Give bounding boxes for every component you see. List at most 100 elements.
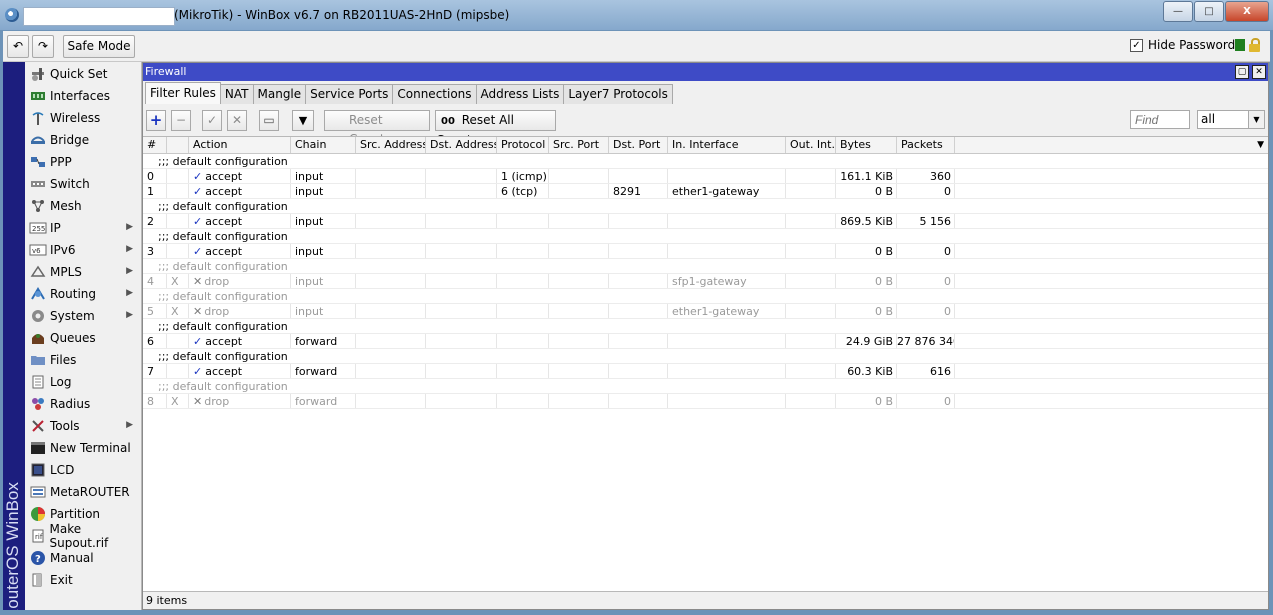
cell-in-interface	[668, 244, 786, 259]
table-row[interactable]: 2 ✓ accept input 869.5 KiB 5 156	[143, 214, 1268, 229]
table-row[interactable]: 0 ✓ accept input 1 (icmp) 161.1 KiB 360	[143, 169, 1268, 184]
menu-item-routing[interactable]: Routing ▶	[25, 283, 141, 305]
filter-select[interactable]: all ▼	[1197, 110, 1265, 129]
column-header-protocol[interactable]: Protocol	[497, 137, 549, 153]
menu-item-quick-set[interactable]: Quick Set	[25, 63, 141, 85]
comment-row[interactable]: ;;; default configuration	[143, 154, 1268, 169]
close-button[interactable]: X	[1225, 1, 1269, 22]
column-header-bytes[interactable]: Bytes	[836, 137, 897, 153]
menu-item-label: IPv6	[50, 243, 76, 257]
filter-icon[interactable]: ▼	[292, 110, 314, 131]
drop-x-icon: ✕	[193, 395, 203, 408]
svg-text:rif: rif	[35, 533, 43, 541]
maximize-button[interactable]: □	[1194, 1, 1224, 22]
metarouter-icon	[29, 484, 47, 500]
menu-item-mesh[interactable]: Mesh	[25, 195, 141, 217]
tab-filter-rules[interactable]: Filter Rules	[145, 82, 221, 104]
menu-item-files[interactable]: Files	[25, 349, 141, 371]
comment-button[interactable]: ▭	[259, 110, 279, 131]
table-row[interactable]: 3 ✓ accept input 0 B0	[143, 244, 1268, 259]
chevron-down-icon[interactable]: ▼	[1248, 111, 1264, 128]
column-header-dst-address[interactable]: Dst. Address	[426, 137, 497, 153]
cell-action: ✕ drop	[189, 304, 291, 319]
tab-service-ports[interactable]: Service Ports	[305, 84, 394, 104]
column-header-out-interface[interactable]: Out. Int...	[786, 137, 836, 153]
hide-passwords-toggle[interactable]: ✓ Hide Passwords	[1130, 38, 1241, 52]
column-menu-icon[interactable]: ▼	[1257, 140, 1264, 150]
column-header-number[interactable]: #	[143, 137, 167, 153]
table-row[interactable]: 1 ✓ accept input 6 (tcp) 8291 ether1-gateway 0 …	[143, 184, 1268, 199]
reset-counters-button[interactable]: Reset Counters	[324, 110, 430, 146]
firewall-close-button[interactable]: ✕	[1252, 65, 1266, 79]
table-row[interactable]: 6 ✓ accept forward 24.9 GiB 27 876 340	[143, 334, 1268, 349]
comment-row[interactable]: ;;; default configuration	[143, 349, 1268, 364]
menu-item-metarouter[interactable]: MetaROUTER	[25, 481, 141, 503]
comment-row[interactable]: ;;; default configuration	[143, 259, 1268, 274]
comment-row[interactable]: ;;; default configuration	[143, 199, 1268, 214]
menu-item-queues[interactable]: Queues	[25, 327, 141, 349]
reset-all-counters-button[interactable]: 00 Reset All Counters	[435, 110, 556, 147]
menu-item-tools[interactable]: Tools ▶	[25, 415, 141, 437]
redo-button[interactable]: ↷	[32, 35, 54, 58]
disable-rule-button[interactable]: ✕	[227, 110, 247, 131]
undo-button[interactable]: ↶	[7, 35, 29, 58]
hide-passwords-checkbox[interactable]: ✓	[1130, 38, 1143, 52]
menu-item-radius[interactable]: Radius	[25, 393, 141, 415]
cell-flag	[167, 169, 189, 184]
cell-dst-port	[609, 274, 668, 289]
ppp-icon	[29, 154, 47, 170]
cell-action: ✕ drop	[189, 274, 291, 289]
minimize-button[interactable]: —	[1163, 1, 1193, 22]
menu-item-ppp[interactable]: PPP	[25, 151, 141, 173]
column-header-packets[interactable]: Packets	[897, 137, 955, 153]
menu-item-switch[interactable]: Switch	[25, 173, 141, 195]
find-input[interactable]	[1130, 110, 1190, 129]
partition-icon	[29, 506, 47, 522]
column-header-action[interactable]: Action	[189, 137, 291, 153]
tab-connections[interactable]: Connections	[392, 84, 477, 104]
menu-item-label: Switch	[50, 177, 90, 191]
tab-nat[interactable]: NAT	[219, 84, 254, 104]
comment-row[interactable]: ;;; default configuration	[143, 319, 1268, 334]
column-header-flag[interactable]	[167, 137, 189, 153]
tab-mangle[interactable]: Mangle	[252, 84, 307, 104]
quick-set-icon	[29, 66, 47, 82]
comment-row[interactable]: ;;; default configuration	[143, 229, 1268, 244]
cell-in-interface	[668, 394, 786, 409]
table-row[interactable]: 5 X ✕ drop input ether1-gateway 0 B0	[143, 304, 1268, 319]
cell-dst-address	[426, 184, 497, 199]
remove-rule-button[interactable]: −	[171, 110, 191, 131]
column-header-src-address[interactable]: Src. Address	[356, 137, 426, 153]
cell-number: 4	[143, 274, 167, 289]
safe-mode-button[interactable]: Safe Mode	[63, 35, 135, 58]
column-header-in-interface[interactable]: In. Interface	[668, 137, 786, 153]
firewall-restore-button[interactable]: ▢	[1235, 65, 1249, 79]
enable-rule-button[interactable]: ✓	[202, 110, 222, 131]
routing-icon	[29, 286, 47, 302]
menu-item-bridge[interactable]: Bridge	[25, 129, 141, 151]
tab-layer7-protocols[interactable]: Layer7 Protocols	[563, 84, 673, 104]
menu-item-ip[interactable]: 255 IP ▶	[25, 217, 141, 239]
column-header-src-port[interactable]: Src. Port	[549, 137, 609, 153]
menu-item-log[interactable]: Log	[25, 371, 141, 393]
table-row[interactable]: 7 ✓ accept forward 60.3 KiB 616	[143, 364, 1268, 379]
menu-item-system[interactable]: System ▶	[25, 305, 141, 327]
table-row[interactable]: 8 X ✕ drop forward 0 B0	[143, 394, 1268, 409]
column-header-dst-port[interactable]: Dst. Port	[609, 137, 668, 153]
column-header-chain[interactable]: Chain	[291, 137, 356, 153]
menu-item-manual[interactable]: ? Manual	[25, 547, 141, 569]
menu-item-lcd[interactable]: LCD	[25, 459, 141, 481]
menu-item-new-terminal[interactable]: New Terminal	[25, 437, 141, 459]
cell-action: ✓ accept	[189, 244, 291, 259]
add-rule-button[interactable]: +	[146, 110, 166, 131]
menu-item-interfaces[interactable]: Interfaces	[25, 85, 141, 107]
menu-item-make-supout-rif[interactable]: rif Make Supout.rif	[25, 522, 141, 550]
menu-item-ipv6[interactable]: v6 IPv6 ▶	[25, 239, 141, 261]
comment-row[interactable]: ;;; default configuration	[143, 379, 1268, 394]
menu-item-mpls[interactable]: MPLS ▶	[25, 261, 141, 283]
table-row[interactable]: 4 X ✕ drop input sfp1-gateway 0 B0	[143, 274, 1268, 289]
tab-address-lists[interactable]: Address Lists	[475, 84, 565, 104]
comment-row[interactable]: ;;; default configuration	[143, 289, 1268, 304]
menu-item-wireless[interactable]: Wireless	[25, 107, 141, 129]
menu-item-exit[interactable]: Exit	[25, 569, 141, 591]
